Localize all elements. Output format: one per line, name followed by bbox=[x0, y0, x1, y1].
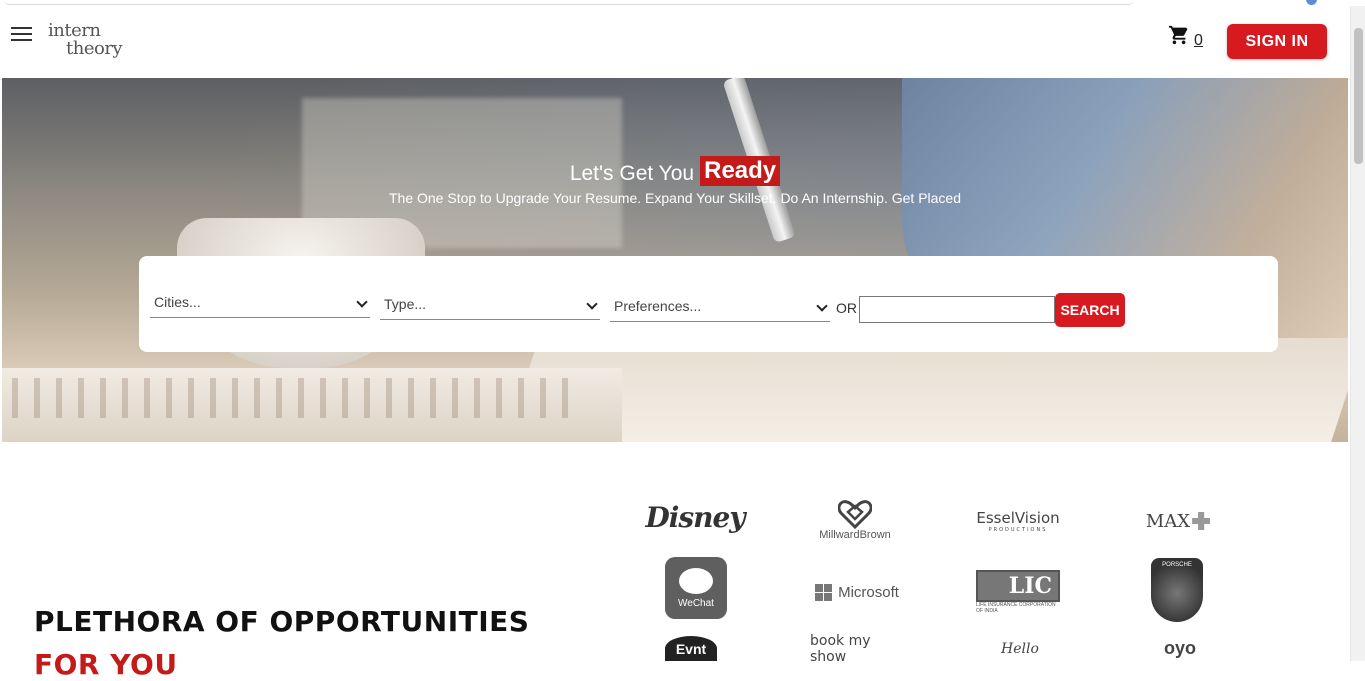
eventr-logo: Evnt bbox=[665, 636, 717, 661]
hero-subline: The One Stop to Upgrade Your Resume. Exp… bbox=[388, 190, 962, 206]
chevron-down-icon bbox=[816, 300, 828, 312]
disney-logo: Disney bbox=[645, 500, 745, 534]
hero-background-book bbox=[505, 338, 1348, 442]
essel-vision-logo: EsselVision PRODUCTIONS bbox=[975, 504, 1061, 538]
hero-background-rings bbox=[12, 378, 572, 418]
preferences-select-label: Preferences... bbox=[614, 298, 702, 314]
hero-headline: Let's Get You Ready bbox=[2, 156, 1348, 186]
bookmyshow-logo: book my show bbox=[810, 632, 871, 665]
cart-icon bbox=[1168, 25, 1188, 45]
address-bar-edge bbox=[4, 0, 1134, 5]
plus-icon bbox=[1192, 512, 1211, 530]
hero-headline-text: Let's Get You bbox=[569, 162, 695, 185]
section-subtitle: FOR YOU bbox=[34, 648, 178, 681]
cart-count: 0 bbox=[1194, 32, 1203, 49]
site-header: intern theory 0 SIGN IN bbox=[0, 6, 1350, 80]
scrollbar-thumb[interactable] bbox=[1354, 28, 1363, 164]
internship-logo[interactable]: intern theory bbox=[46, 20, 126, 64]
microsoft-text: Microsoft bbox=[838, 583, 899, 601]
profile-icon[interactable] bbox=[1306, 0, 1317, 5]
lic-sub: LIFE INSURANCE CORPORATION OF INDIA bbox=[976, 602, 1056, 614]
lic-box: LIC bbox=[976, 570, 1060, 602]
millward-brown-logo: MillwardBrown bbox=[810, 492, 900, 548]
or-label: OR bbox=[836, 300, 857, 316]
search-panel: Cities... Type... Preferences... OR SEAR… bbox=[139, 256, 1278, 352]
partner-logos-grid: Disney MillwardBrown EsselVision PRODUCT… bbox=[640, 490, 1260, 665]
type-select[interactable]: Type... bbox=[380, 294, 600, 320]
section-title: PLETHORA OF OPPORTUNITIES bbox=[34, 605, 530, 638]
search-input[interactable] bbox=[859, 296, 1055, 323]
max-healthcare-logo: MAX bbox=[1133, 504, 1223, 538]
sign-in-button[interactable]: SIGN IN bbox=[1227, 24, 1327, 59]
cities-select-label: Cities... bbox=[154, 294, 201, 310]
porsche-logo: PORSCHE bbox=[1151, 558, 1203, 622]
logo-line-2: theory bbox=[66, 38, 123, 59]
cities-select[interactable]: Cities... bbox=[150, 292, 370, 318]
lic-logo: LIC LIFE INSURANCE CORPORATION OF INDIA bbox=[976, 570, 1060, 614]
microsoft-logo: Microsoft bbox=[812, 578, 902, 606]
max-text: MAX bbox=[1145, 510, 1191, 532]
hello-logo: Hello bbox=[1001, 640, 1039, 657]
chevron-down-icon bbox=[356, 296, 368, 308]
type-select-label: Type... bbox=[384, 296, 427, 312]
hero-headline-highlight: Ready bbox=[700, 156, 781, 186]
oyo-logo: oyo bbox=[1163, 638, 1196, 658]
essel-vision-text: EsselVision bbox=[976, 509, 1060, 527]
chevron-down-icon bbox=[586, 298, 598, 310]
essel-vision-sub: PRODUCTIONS bbox=[988, 527, 1048, 533]
search-button[interactable]: SEARCH bbox=[1055, 293, 1125, 327]
page-scrollbar[interactable] bbox=[1350, 6, 1365, 661]
wechat-text: WeChat bbox=[678, 597, 714, 609]
windows-grid-icon bbox=[815, 583, 833, 601]
preferences-select[interactable]: Preferences... bbox=[610, 296, 830, 322]
millward-brown-text: MillwardBrown bbox=[819, 529, 891, 541]
heart-icon bbox=[838, 500, 872, 529]
hamburger-menu-icon[interactable] bbox=[11, 27, 32, 42]
cart-button[interactable]: 0 bbox=[1168, 24, 1210, 54]
chat-bubble-icon bbox=[679, 567, 713, 594]
wechat-logo: WeChat bbox=[665, 557, 727, 619]
